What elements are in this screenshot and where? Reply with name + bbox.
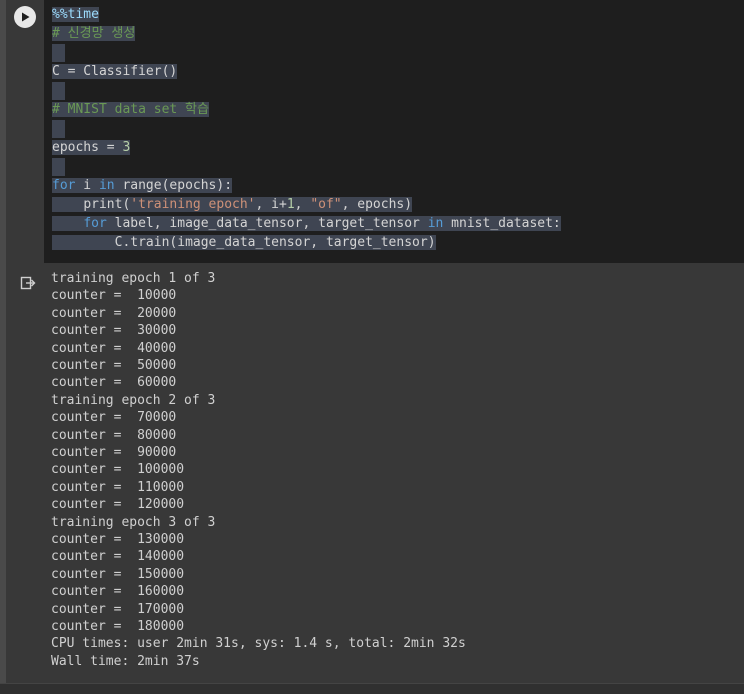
run-cell-button[interactable] — [14, 6, 36, 28]
code-line-for[interactable]: for i in range(epochs): — [52, 177, 233, 195]
output-line: counter = 80000 — [51, 427, 177, 443]
output-line: counter = 90000 — [51, 445, 177, 460]
code-line-magic[interactable]: %%time — [52, 6, 99, 24]
output-line: Wall time: 2min 37s — [51, 653, 200, 669]
output-line: counter = 20000 — [51, 305, 177, 321]
output-line: counter = 10000 — [51, 288, 177, 304]
output-line: counter = 100000 — [51, 462, 185, 478]
output-line: counter = 150000 — [51, 566, 185, 582]
code-line-blank-4[interactable] — [52, 158, 65, 176]
code-line-classifier[interactable]: C = Classifier() — [52, 63, 178, 81]
code-line-comment-1[interactable]: # 신경망 생성 — [52, 25, 136, 43]
code-line-epochs[interactable]: epochs = 3 — [52, 139, 131, 157]
play-icon — [22, 12, 30, 22]
output-line: counter = 70000 — [51, 410, 177, 426]
output-line: counter = 30000 — [51, 323, 177, 339]
output-line: CPU times: user 2min 31s, sys: 1.4 s, to… — [51, 636, 466, 652]
code-line-train[interactable]: C.train(image_data_tensor, target_tensor… — [52, 234, 436, 252]
output-line: training epoch 2 of 3 — [51, 392, 216, 408]
code-line-blank-2[interactable] — [52, 82, 65, 100]
output-redirect-icon[interactable] — [20, 275, 36, 291]
code-line-print[interactable]: print('training epoch', i+1, "of", epoch… — [52, 196, 413, 214]
output-line: counter = 130000 — [51, 532, 185, 547]
code-line-inner-for[interactable]: for label, image_data_tensor, target_ten… — [52, 215, 561, 233]
output-line: counter = 60000 — [51, 375, 177, 391]
code-line-comment-2[interactable]: # MNIST data set 학습 — [52, 101, 209, 119]
output-line: counter = 110000 — [51, 479, 185, 495]
cell-bottom-edge — [0, 683, 744, 694]
output-line: counter = 40000 — [51, 340, 177, 356]
output-line: counter = 120000 — [51, 497, 185, 513]
code-line-blank-3[interactable] — [52, 120, 65, 138]
output-line: training epoch 1 of 3 — [51, 271, 216, 286]
output-line: counter = 160000 — [51, 584, 185, 600]
notebook-cell: %%time # 신경망 생성 C = Classifier() # MNIST… — [0, 0, 744, 694]
output-line: counter = 180000 — [51, 619, 185, 634]
output-line: counter = 140000 — [51, 549, 185, 565]
output-line: counter = 50000 — [51, 358, 177, 373]
output-line: training epoch 3 of 3 — [51, 514, 216, 530]
output-line: counter = 170000 — [51, 601, 185, 617]
code-line-blank-1[interactable] — [52, 44, 65, 62]
